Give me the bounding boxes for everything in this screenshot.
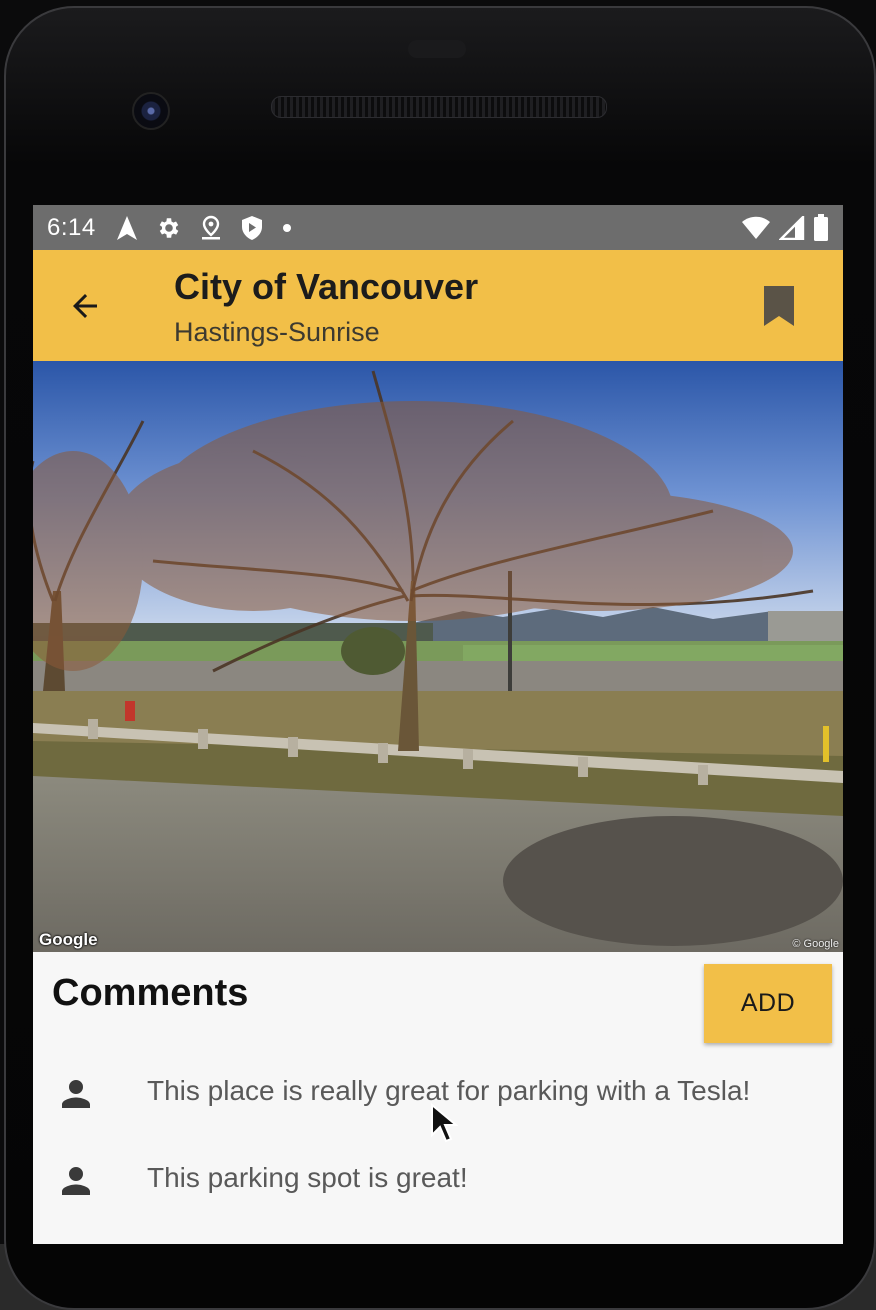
street-view-scene [33, 361, 843, 952]
phone-frame: 6:14 City of Vancouver Hastings-Sunrise … [0, 0, 876, 1310]
street-view-image[interactable]: Google © Google [33, 361, 843, 952]
person-icon [62, 1167, 90, 1195]
back-button[interactable] [59, 280, 111, 332]
signal-icon [779, 215, 805, 240]
page-title: City of Vancouver [174, 266, 479, 307]
dot-icon [282, 223, 292, 233]
wifi-icon [741, 216, 771, 240]
comment-text: This parking spot is great! [147, 1162, 468, 1193]
mouse-cursor-icon [431, 1103, 458, 1143]
page-subtitle: Hastings-Sunrise [174, 317, 380, 347]
screen: 6:14 City of Vancouver Hastings-Sunrise … [33, 205, 843, 1244]
gear-icon [156, 215, 182, 241]
add-comment-button[interactable]: ADD [704, 964, 832, 1043]
status-icons-right [741, 213, 829, 242]
google-copyright: © Google [792, 938, 839, 950]
google-attribution-logo: Google [39, 930, 98, 949]
arrow-back-icon [73, 294, 97, 318]
navigation-icon [116, 215, 138, 241]
phone-speaker [271, 96, 607, 118]
front-camera [132, 92, 170, 130]
comment-item: This parking spot is great! [33, 1144, 843, 1231]
title-block: City of Vancouver Hastings-Sunrise [174, 264, 478, 350]
comment-list: This place is really great for parking w… [33, 1057, 843, 1231]
person-icon [62, 1080, 90, 1108]
status-bar: 6:14 [33, 205, 843, 250]
battery-icon [813, 213, 829, 242]
shield-icon [240, 215, 264, 241]
location-pin-icon [200, 215, 222, 241]
bookmark-icon [764, 286, 794, 326]
bookmark-button[interactable] [755, 282, 803, 330]
comments-heading: Comments [52, 972, 249, 1014]
status-time: 6:14 [47, 213, 96, 241]
app-bar: City of Vancouver Hastings-Sunrise [33, 250, 843, 361]
proximity-sensor [408, 40, 466, 58]
status-icons-left [116, 215, 292, 241]
